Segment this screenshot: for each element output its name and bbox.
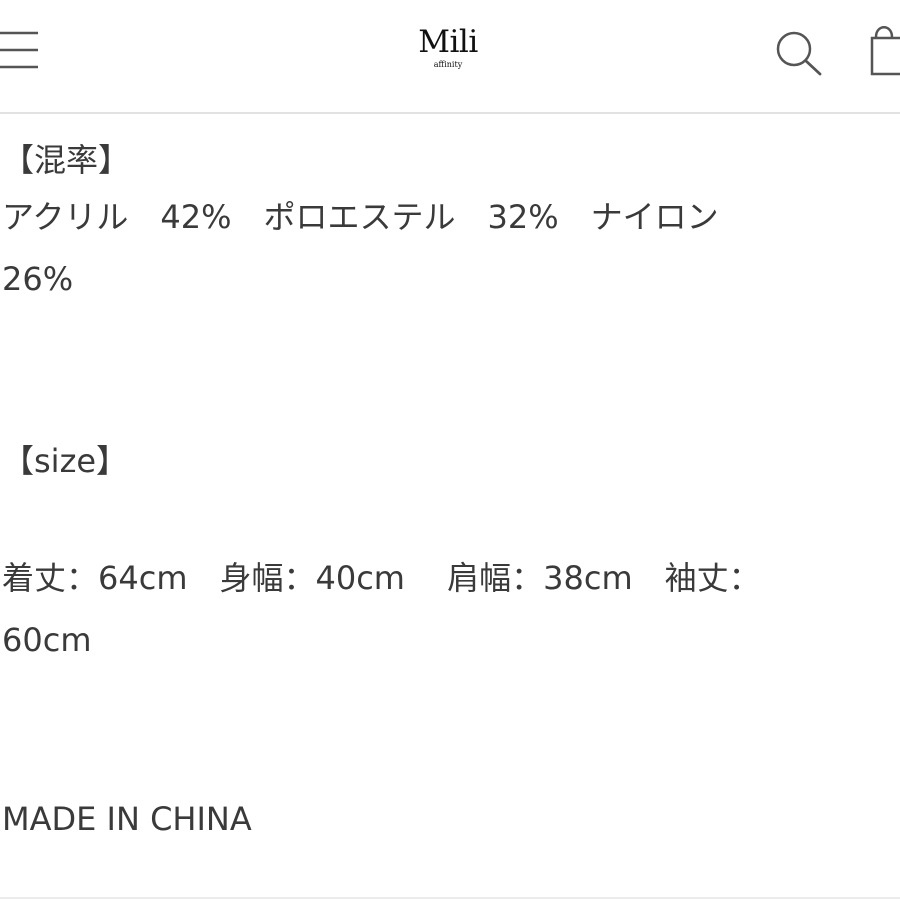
composition-text-line-2: 26%	[2, 260, 74, 298]
site-logo[interactable]: Mili affinity	[398, 24, 498, 74]
logo-text: Mili	[418, 24, 478, 60]
logo-subtext: affinity	[433, 60, 463, 69]
composition-heading: 【混率】	[2, 141, 131, 179]
origin-text: MADE IN CHINA	[2, 800, 252, 838]
shopping-bag-icon[interactable]	[862, 18, 900, 80]
search-icon[interactable]	[772, 28, 826, 78]
size-text-line-1: 着丈：64cm 身幅：40cm 肩幅：38cm 袖丈：	[2, 559, 761, 597]
composition-text-line-1: アクリル 42% ポロエステル 32% ナイロン	[2, 198, 719, 236]
bottom-divider	[0, 897, 900, 899]
site-header: Mili affinity	[0, 0, 900, 114]
size-heading: 【size】	[2, 442, 129, 480]
hamburger-menu-icon[interactable]	[0, 28, 40, 72]
size-text-line-2: 60cm	[2, 621, 92, 659]
